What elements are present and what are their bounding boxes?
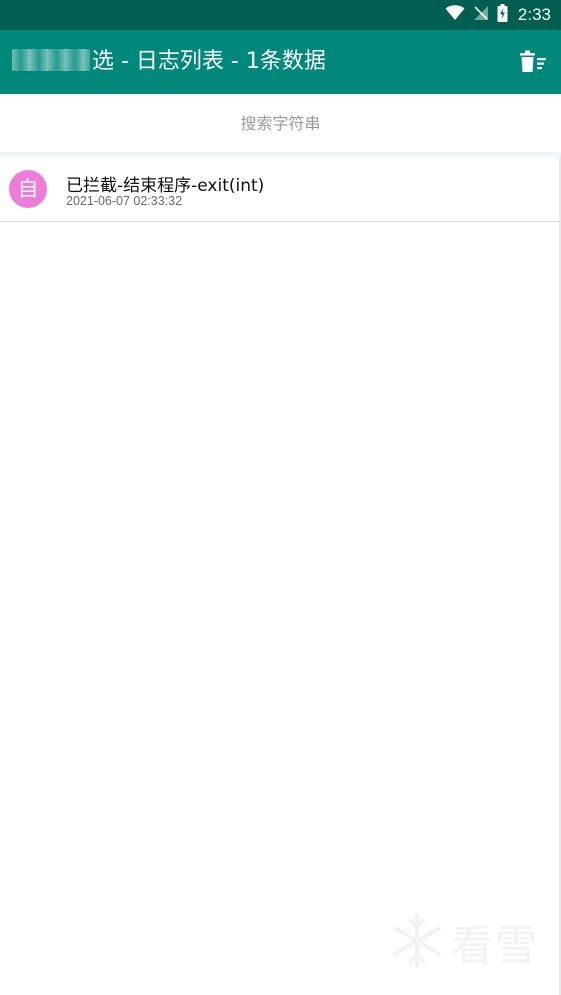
status-time: 2:33 (517, 5, 551, 24)
search-input[interactable] (0, 94, 561, 152)
screen: 2:33 选 - 日志列表 - 1条数据 自 已拦截-结束程序-exit(int… (0, 0, 561, 995)
list-item[interactable]: 自 已拦截-结束程序-exit(int) 2021-06-07 02:33:32 (0, 157, 559, 222)
wifi-icon (445, 5, 465, 25)
blurred-title-prefix (12, 49, 90, 71)
search-bar (0, 94, 561, 152)
page-title: 选 - 日志列表 - 1条数据 (12, 30, 326, 94)
log-list: 自 已拦截-结束程序-exit(int) 2021-06-07 02:33:32 (0, 157, 559, 222)
avatar: 自 (9, 170, 47, 208)
log-title: 已拦截-结束程序-exit(int) (66, 176, 265, 196)
snowflake-icon (389, 913, 445, 973)
log-timestamp: 2021-06-07 02:33:32 (66, 194, 183, 208)
page-title-text: 选 - 日志列表 - 1条数据 (92, 49, 326, 74)
signal-icon (473, 5, 489, 25)
watermark: 看雪 (389, 912, 539, 973)
status-bar: 2:33 (0, 0, 561, 30)
app-bar: 选 - 日志列表 - 1条数据 (0, 30, 561, 94)
trash-list-icon (520, 50, 546, 72)
clear-logs-button[interactable] (519, 50, 547, 74)
status-icons: 2:33 (445, 0, 551, 30)
watermark-text: 看雪 (450, 921, 539, 970)
battery-icon (497, 4, 508, 26)
